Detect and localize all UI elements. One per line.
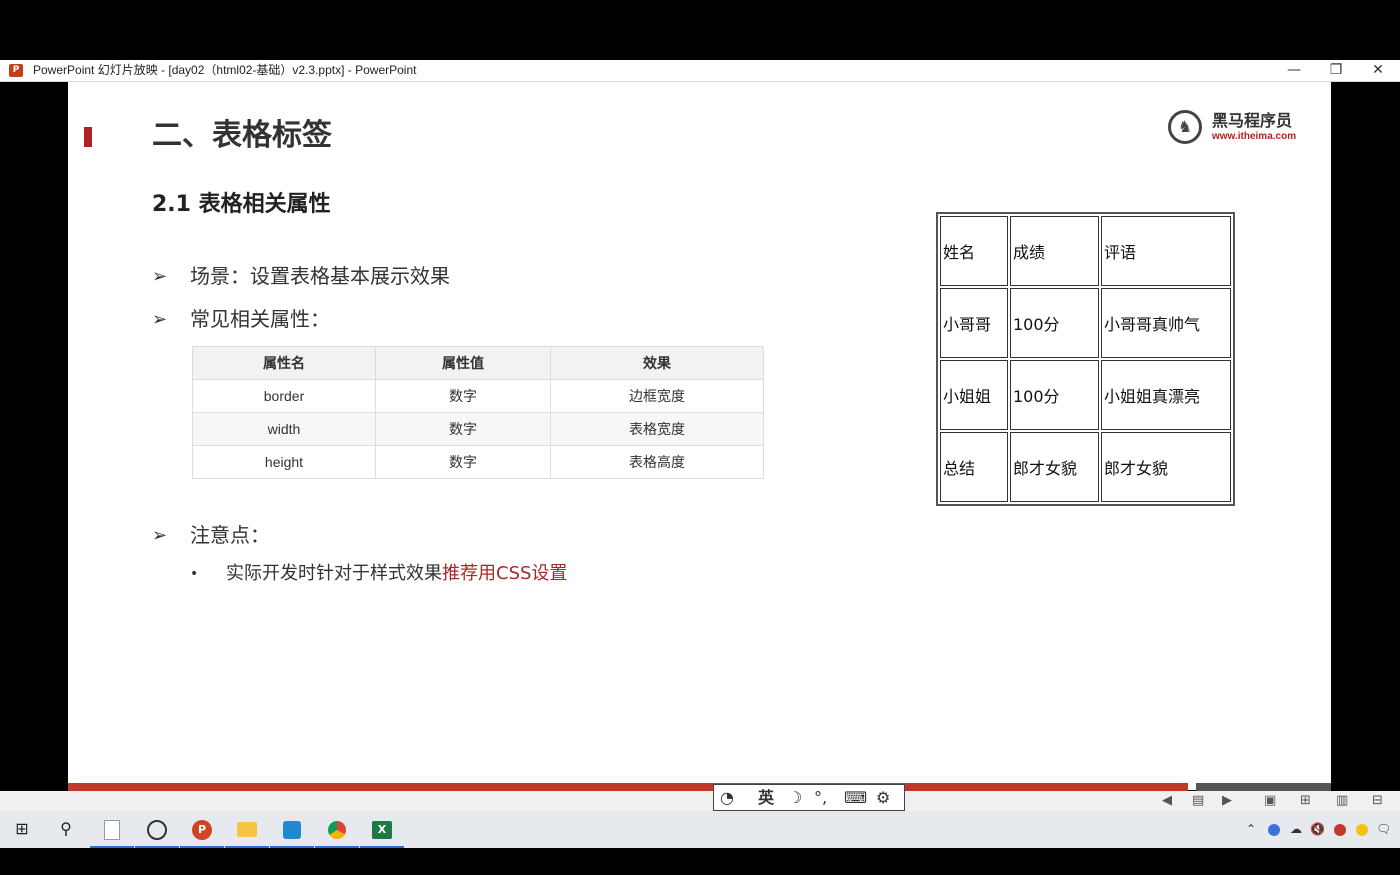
header-effect: 效果 — [550, 346, 764, 380]
table-row: 总结 郎才女貌 郎才女貌 — [940, 432, 1231, 502]
bullet-scene: 场景：设置表格基本展示效果 — [190, 264, 450, 288]
next-slide-icon[interactable]: ▶ — [1222, 791, 1232, 811]
brand-logo: ♞ 黑马程序员 www.itheima.com — [1168, 110, 1298, 150]
table-row: 姓名 成绩 评语 — [940, 216, 1231, 286]
tray-weather-icon[interactable] — [1356, 811, 1368, 848]
minimize-button[interactable]: — — [1274, 60, 1314, 81]
table-row: 小姐姐 100分 小姐姐真漂亮 — [940, 360, 1231, 430]
slideshow-status-bar: ◀ ▤ ▶ ▣ ⊞ ▥ ⊟ — [0, 791, 1400, 811]
logo-url: www.itheima.com — [1212, 131, 1297, 142]
windows-taskbar: ⊞ ⚲ P X ⌃ ☁ 🔇 🗨 — [0, 811, 1400, 848]
tray-chevron-icon[interactable]: ⌃ — [1246, 811, 1256, 848]
previous-slide-icon[interactable]: ◀ — [1162, 791, 1172, 811]
search-icon[interactable]: ⚲ — [44, 811, 88, 848]
ime-settings-icon[interactable]: ⚙ — [876, 785, 890, 810]
table-cell: 评语 — [1101, 216, 1231, 286]
table-row: border 数字 边框宽度 — [192, 379, 764, 413]
tray-red-app-icon[interactable] — [1334, 811, 1346, 848]
slide-progress-remaining — [1196, 783, 1331, 791]
table-cell: width — [192, 412, 376, 446]
slide[interactable]: 二、表格标签 ♞ 黑马程序员 www.itheima.com 2.1 表格相关属… — [68, 82, 1331, 790]
restore-button[interactable]: ❐ — [1316, 60, 1356, 81]
table-cell: 数字 — [375, 445, 551, 479]
header-attr-value: 属性值 — [375, 346, 551, 380]
slide-progress-bar — [68, 783, 1188, 791]
table-cell: height — [192, 445, 376, 479]
cloud-icon[interactable]: ☁ — [1290, 811, 1302, 848]
ime-mode-toggle[interactable]: 英 — [758, 785, 774, 810]
file-icon[interactable] — [90, 811, 134, 848]
table-cell: 100分 — [1010, 288, 1099, 358]
ime-logo-icon[interactable]: ◔ — [720, 785, 734, 810]
table-cell: 表格高度 — [550, 445, 764, 479]
bullet-arrow-icon: ➢ — [152, 266, 168, 287]
window-title: PowerPoint 幻灯片放映 - [day02（html02-基础）v2.3… — [33, 63, 417, 77]
powerpoint-app-icon[interactable]: P — [9, 64, 23, 77]
table-cell: 总结 — [940, 432, 1008, 502]
demo-bordered-table: 姓名 成绩 评语 小哥哥 100分 小哥哥真帅气 小姐姐 100分 小姐姐真漂亮… — [936, 212, 1235, 506]
bullet-common-attributes: 常见相关属性： — [190, 307, 330, 331]
table-cell: 郎才女貌 — [1010, 432, 1099, 502]
table-cell: 郎才女貌 — [1101, 432, 1231, 502]
slide-title: 二、表格标签 — [152, 118, 332, 153]
table-cell: 姓名 — [940, 216, 1008, 286]
table-cell: 成绩 — [1010, 216, 1099, 286]
table-cell: 小哥哥真帅气 — [1101, 288, 1231, 358]
slide-sorter-icon[interactable]: ⊞ — [1300, 791, 1311, 811]
attribute-table: 属性名 属性值 效果 border 数字 边框宽度 width 数字 表格宽度 … — [192, 346, 764, 479]
tray-app-icon[interactable] — [1268, 811, 1280, 848]
vscode-icon[interactable] — [270, 811, 314, 848]
note-text-plain: 实际开发时针对于样式效果 — [226, 563, 442, 584]
slideshow-view-icon[interactable]: ⊟ — [1372, 791, 1383, 811]
table-cell: 边框宽度 — [550, 379, 764, 413]
folder-icon[interactable] — [225, 811, 269, 848]
ime-toolbar: ◔ 英 ☽ °, ⌨ ⚙ — [713, 784, 905, 811]
close-button[interactable]: ✕ — [1358, 60, 1398, 81]
normal-view-icon[interactable]: ▣ — [1264, 791, 1276, 811]
reading-view-icon[interactable]: ▥ — [1336, 791, 1348, 811]
table-row: height 数字 表格高度 — [192, 445, 764, 479]
title-accent-bar — [84, 127, 92, 147]
bullet-notes: 注意点： — [190, 523, 270, 547]
table-row: 小哥哥 100分 小哥哥真帅气 — [940, 288, 1231, 358]
header-attr-name: 属性名 — [192, 346, 376, 380]
powerpoint-icon[interactable]: P — [180, 811, 224, 848]
note-text-highlight: 推荐用CSS设置 — [442, 563, 568, 584]
note-text: 实际开发时针对于样式效果推荐用CSS设置 — [226, 560, 567, 588]
clock-icon[interactable] — [135, 811, 179, 848]
table-cell: 数字 — [375, 412, 551, 446]
start-icon[interactable]: ⊞ — [0, 811, 44, 848]
table-cell: 小姐姐 — [940, 360, 1008, 430]
section-subtitle: 2.1 表格相关属性 — [152, 192, 331, 217]
punctuation-icon[interactable]: °, — [814, 785, 827, 810]
table-cell: 数字 — [375, 379, 551, 413]
half-width-moon-icon[interactable]: ☽ — [788, 785, 802, 810]
notification-icon[interactable]: 🗨 — [1376, 811, 1391, 848]
table-header-row: 属性名 属性值 效果 — [192, 346, 764, 380]
table-cell: 小哥哥 — [940, 288, 1008, 358]
notes-icon[interactable]: ▤ — [1192, 791, 1204, 811]
table-cell: 小姐姐真漂亮 — [1101, 360, 1231, 430]
table-cell: border — [192, 379, 376, 413]
excel-icon[interactable]: X — [360, 811, 404, 848]
table-cell: 100分 — [1010, 360, 1099, 430]
horse-logo-icon: ♞ — [1168, 110, 1202, 144]
logo-name: 黑马程序员 — [1212, 111, 1293, 130]
sub-bullet-dot: • — [190, 566, 199, 582]
keyboard-icon[interactable]: ⌨ — [844, 785, 867, 810]
chrome-icon[interactable] — [315, 811, 359, 848]
bullet-arrow-icon: ➢ — [152, 309, 168, 330]
table-cell: 表格宽度 — [550, 412, 764, 446]
window-title-bar: P PowerPoint 幻灯片放映 - [day02（html02-基础）v2… — [0, 60, 1400, 82]
bullet-arrow-icon: ➢ — [152, 525, 168, 546]
table-row: width 数字 表格宽度 — [192, 412, 764, 446]
volume-muted-icon[interactable]: 🔇 — [1310, 811, 1325, 848]
